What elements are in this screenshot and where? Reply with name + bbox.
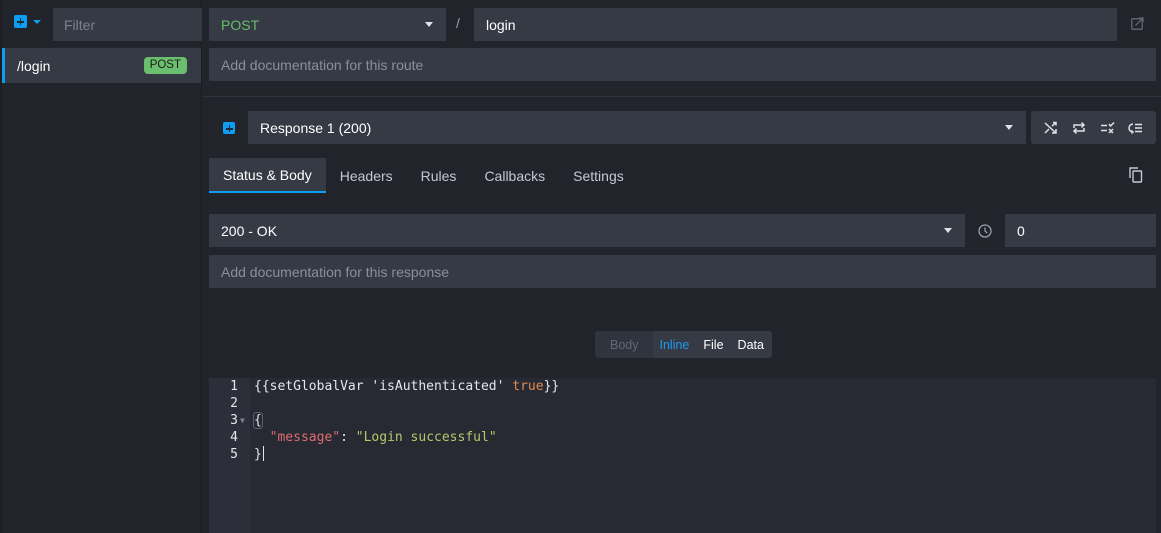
method-select[interactable]: POST (209, 8, 446, 41)
response-select[interactable]: Response 1 (200) (248, 111, 1026, 144)
close-brace: } (254, 447, 262, 462)
sidebar: /login POST (0, 0, 202, 533)
editor-line: 3 ▼ { (209, 412, 1156, 429)
template-close: }} (543, 379, 560, 394)
path-separator: / (456, 15, 460, 31)
tab-status-body[interactable]: Status & Body (209, 158, 326, 193)
line-number: 4 (230, 430, 238, 445)
status-code-select[interactable]: 200 - OK (209, 214, 965, 247)
text-cursor (262, 446, 265, 461)
line-code: } (254, 446, 265, 463)
add-response-button[interactable] (223, 121, 235, 137)
body-type-switch: Body Inline File Data (595, 331, 772, 358)
add-route-button[interactable] (14, 15, 41, 28)
tab-settings[interactable]: Settings (559, 158, 638, 193)
disable-rules-button[interactable] (1099, 119, 1117, 137)
body-type-label: Body (610, 337, 639, 352)
method-badge: POST (143, 57, 187, 74)
rules-disabled-icon (1101, 121, 1115, 134)
route-path: /login (17, 57, 51, 74)
line-number: 5 (230, 447, 238, 462)
filter-input[interactable] (53, 8, 202, 41)
caret-down-icon (944, 228, 952, 233)
caret-down-icon (425, 22, 433, 27)
route-documentation-input[interactable] (209, 48, 1156, 81)
line-code: {{setGlobalVar 'isAuthenticated' true}} (254, 378, 559, 395)
body-type-data[interactable]: Data (730, 331, 772, 358)
response-mode-toolbar (1031, 111, 1156, 144)
response-documentation-input[interactable] (209, 255, 1156, 288)
method-select-value: POST (221, 16, 260, 33)
boolean-token: true (512, 379, 544, 394)
tab-headers[interactable]: Headers (326, 158, 407, 193)
sequential-response-button[interactable] (1070, 119, 1088, 137)
json-colon: : (340, 430, 356, 445)
random-response-button[interactable] (1042, 119, 1060, 137)
editor-line: 2 (209, 395, 1156, 412)
tab-callbacks[interactable]: Callbacks (470, 158, 559, 193)
body-type-inline[interactable]: Inline (652, 331, 697, 358)
external-link-icon[interactable] (1131, 17, 1144, 30)
shuffle-icon (1044, 121, 1057, 134)
divider (202, 96, 1161, 97)
json-string-value: "Login successful" (355, 430, 497, 445)
chevron-down-icon (33, 19, 41, 24)
fallback-icon (1128, 122, 1143, 134)
editor-line: 5 } (209, 446, 1156, 463)
status-code-value: 200 - OK (221, 222, 278, 239)
template-helper: {{setGlobalVar 'isAuthenticated' (254, 379, 513, 394)
body-type-file[interactable]: File (696, 331, 731, 358)
line-code: { (253, 412, 263, 429)
repeat-icon (1073, 121, 1086, 134)
route-editor: POST / Response 1 (200) (202, 0, 1161, 533)
line-code: "message": "Login successful" (254, 429, 497, 446)
caret-down-icon (1005, 125, 1013, 130)
tab-rules[interactable]: Rules (407, 158, 471, 193)
plus-square-icon (223, 122, 235, 134)
line-number: 3 (230, 413, 238, 428)
fold-toggle-icon[interactable]: ▼ (240, 412, 245, 429)
json-key: "message" (269, 430, 341, 445)
plus-square-icon (14, 15, 27, 28)
latency-input[interactable] (1005, 214, 1156, 247)
clock-icon (978, 224, 992, 238)
route-path-input[interactable] (474, 8, 1117, 41)
editor-line: 1 {{setGlobalVar 'isAuthenticated' true}… (209, 378, 1156, 395)
line-number: 1 (230, 379, 238, 394)
response-select-value: Response 1 (200) (260, 119, 372, 136)
body-editor[interactable]: 1 {{setGlobalVar 'isAuthenticated' true}… (209, 378, 1156, 533)
line-number: 2 (230, 396, 238, 411)
route-list-item[interactable]: /login POST (2, 48, 201, 83)
open-brace: { (253, 412, 263, 429)
copy-icon[interactable] (1129, 167, 1143, 183)
fallback-mode-button[interactable] (1127, 119, 1145, 137)
editor-line: 4 "message": "Login successful" (209, 429, 1156, 446)
response-tabs: Status & Body Headers Rules Callbacks Se… (209, 158, 638, 193)
